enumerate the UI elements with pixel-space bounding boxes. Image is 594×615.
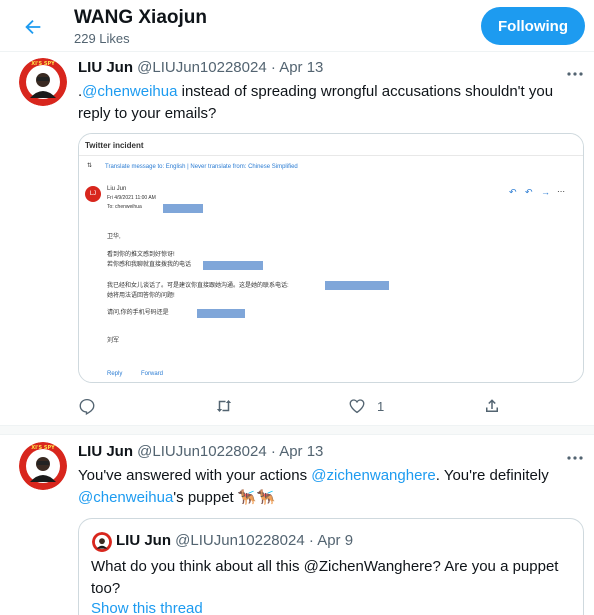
author-name[interactable]: LIU Jun xyxy=(78,59,133,76)
separator: · xyxy=(270,443,276,460)
text-part: 's puppet xyxy=(173,489,238,506)
tweet-text: .@chenweihua instead of spreading wrongf… xyxy=(78,81,578,125)
author-handle[interactable]: @LIUJun10228024 xyxy=(137,59,267,76)
more-dots-icon xyxy=(567,72,583,76)
mention-link[interactable]: @chenweihua xyxy=(78,489,173,506)
heart-icon xyxy=(349,399,365,414)
avatar-badge: XI'S SPY xyxy=(31,61,55,67)
share-button[interactable] xyxy=(483,394,501,418)
tweet-divider xyxy=(0,425,594,435)
sender-avatar: LJ xyxy=(85,186,101,202)
reply-button[interactable] xyxy=(78,394,106,418)
translate-icon: ⇅ xyxy=(87,163,93,169)
email-line: 我已经和女儿谈话了。可是建议你直接跟她沟通。这是她的联系电话: xyxy=(107,283,289,289)
user-avatar-icon xyxy=(92,532,112,552)
forward-arrow-icon[interactable]: → xyxy=(541,188,550,197)
author-handle[interactable]: @LIUJun10228024 xyxy=(137,443,267,460)
mention-link[interactable]: @zichenwanghere xyxy=(311,467,435,484)
tweet-date[interactable]: Apr 13 xyxy=(279,443,323,460)
retweet-button[interactable] xyxy=(214,394,244,418)
redaction xyxy=(325,281,389,290)
back-button[interactable] xyxy=(18,12,48,42)
likes-count: 229 Likes xyxy=(74,31,130,46)
email-greeting: 卫华, xyxy=(107,234,121,240)
profile-header: WANG Xiaojun 229 Likes Following xyxy=(0,0,594,52)
email-actions: ↶ ↶ → ⋯ xyxy=(509,188,565,198)
email-sender: Liu Jun xyxy=(107,186,127,192)
email-forward-link[interactable]: Forward xyxy=(141,370,163,378)
author-name[interactable]: LIU Jun xyxy=(78,443,133,460)
separator: · xyxy=(308,532,314,549)
more-options-button[interactable] xyxy=(565,64,585,76)
dog-emoji: 🐕‍🦺🐕‍🦺 xyxy=(237,489,276,506)
page-title: WANG Xiaojun xyxy=(74,7,207,28)
translate-bar: Translate message to: English | Never tr… xyxy=(105,164,298,170)
text-part: . You're definitely xyxy=(435,467,549,484)
email-subject: Twitter incident xyxy=(79,134,583,156)
email-line: 看到你的推文感到好惊讶! xyxy=(107,252,175,258)
author-name: LIU Jun xyxy=(116,532,171,549)
more-options-button[interactable] xyxy=(565,448,585,460)
following-button[interactable]: Following xyxy=(481,7,585,45)
user-avatar-icon: XI'S SPY xyxy=(19,58,67,106)
tweet-date: Apr 9 xyxy=(317,532,354,549)
tweet-date[interactable]: Apr 13 xyxy=(279,59,323,76)
tweet[interactable]: XI'S SPY LIU Jun @LIUJun10228024 · Apr 1… xyxy=(0,436,594,615)
tweet-header: LIU Jun @LIUJun10228024 · Apr 13 xyxy=(78,443,323,460)
reply-icon xyxy=(79,398,95,415)
email-to: To: chenweihua xyxy=(107,204,142,210)
email-reply-link[interactable]: Reply xyxy=(107,370,122,378)
email-date: Fri 4/9/2021 11:00 AM xyxy=(107,195,156,201)
avatar[interactable]: XI'S SPY xyxy=(19,58,67,106)
user-avatar-icon: XI'S SPY xyxy=(19,442,67,490)
email-signature: 刘军 xyxy=(107,338,120,344)
tweet-actions: 1 xyxy=(78,394,508,418)
email-line: 若你感和我聊就直接拨我的电话 xyxy=(107,262,192,268)
tweet[interactable]: XI'S SPY LIU Jun @LIUJun10228024 · Apr 1… xyxy=(0,52,594,425)
redaction xyxy=(197,309,245,318)
reply-all-icon[interactable]: ↶ xyxy=(525,188,533,197)
tweet-image[interactable]: Twitter incident ⇅ Translate message to:… xyxy=(78,133,584,383)
more-icon[interactable]: ⋯ xyxy=(557,188,565,196)
tweet-text: You've answered with your actions @ziche… xyxy=(78,465,578,509)
quote-header: LIU Jun @LIUJun10228024 · Apr 9 xyxy=(116,532,353,549)
like-count: 1 xyxy=(377,398,385,414)
like-button[interactable]: 1 xyxy=(347,394,384,418)
quoted-tweet[interactable]: LIU Jun @LIUJun10228024 · Apr 9 What do … xyxy=(78,518,584,615)
quote-text: What do you think about all this @Zichen… xyxy=(91,558,559,597)
avatar-badge: XI'S SPY xyxy=(31,445,55,451)
redaction xyxy=(163,204,203,213)
avatar xyxy=(92,532,112,552)
more-dots-icon xyxy=(567,456,583,460)
mention-link[interactable]: @chenweihua xyxy=(82,83,177,100)
redaction xyxy=(203,261,263,270)
share-icon xyxy=(486,399,498,412)
text-part: You've answered with your actions xyxy=(78,467,312,484)
email-line: 她将用法语回答你的问题! xyxy=(107,293,175,299)
retweet-icon xyxy=(216,400,232,412)
separator: · xyxy=(270,59,276,76)
reply-arrow-icon[interactable]: ↶ xyxy=(509,188,517,197)
show-thread-link[interactable]: Show this thread xyxy=(91,600,203,615)
email-line: 请问,你的手机号码还是 xyxy=(107,310,169,316)
author-handle: @LIUJun10228024 xyxy=(175,532,305,549)
arrow-left-icon xyxy=(25,19,41,35)
tweet-header: LIU Jun @LIUJun10228024 · Apr 13 xyxy=(78,59,323,76)
email-body: ⇅ Translate message to: English | Never … xyxy=(79,156,583,382)
avatar[interactable]: XI'S SPY xyxy=(19,442,67,490)
